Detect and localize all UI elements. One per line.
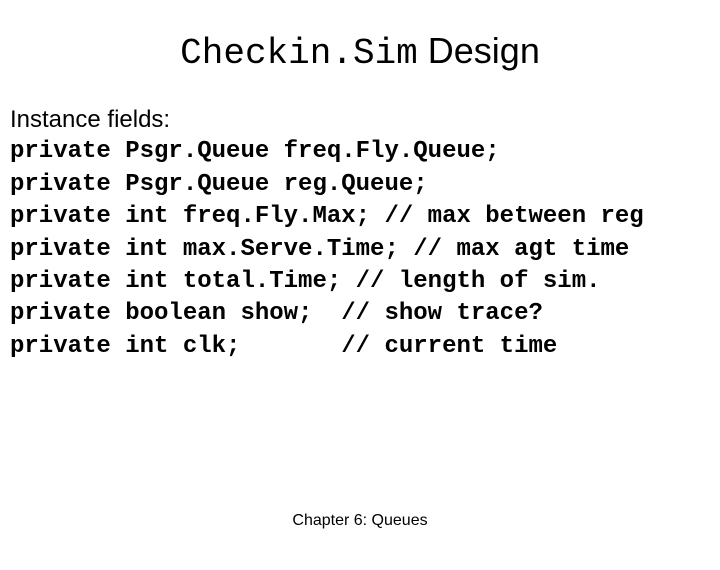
instance-fields-label: Instance fields:	[10, 104, 720, 136]
code-line: private int max.Serve.Time; // max agt t…	[10, 234, 720, 266]
title-mono: Checkin.Sim	[180, 33, 418, 74]
code-line: private Psgr.Queue reg.Queue;	[10, 169, 720, 201]
code-line: private Psgr.Queue freq.Fly.Queue;	[10, 136, 720, 168]
code-line: private int clk; // current time	[10, 331, 720, 363]
code-line: private int total.Time; // length of sim…	[10, 266, 720, 298]
code-line: private boolean show; // show trace?	[10, 298, 720, 330]
slide-title: Checkin.Sim Design	[0, 30, 720, 74]
footer-text: Chapter 6: Queues	[0, 512, 720, 530]
title-serif: Design	[418, 30, 540, 71]
code-line: private int freq.Fly.Max; // max between…	[10, 201, 720, 233]
slide-content: Instance fields: private Psgr.Queue freq…	[0, 104, 720, 363]
